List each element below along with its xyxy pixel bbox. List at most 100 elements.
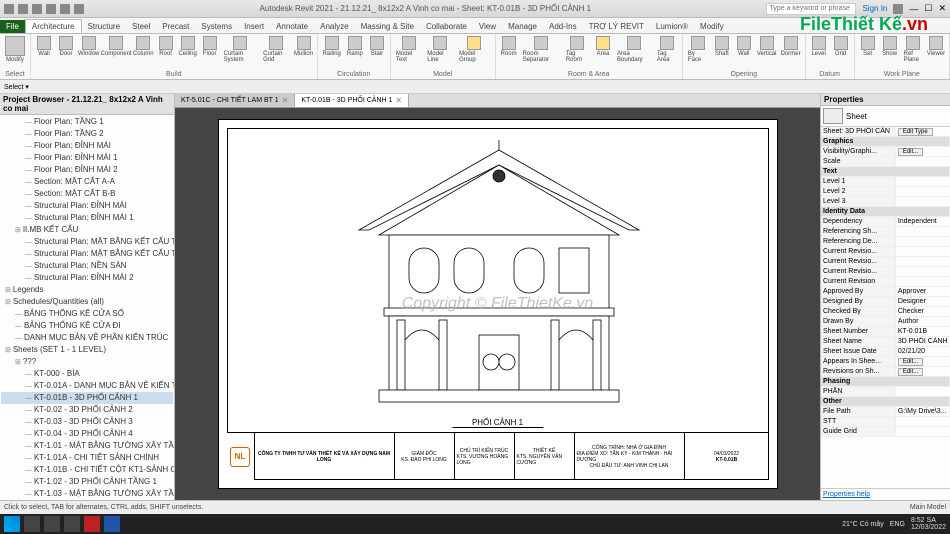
ribbon-btn-grid[interactable]: Grid	[831, 35, 851, 71]
save-icon[interactable]	[32, 4, 42, 14]
ribbon-btn-show[interactable]: Show	[880, 35, 900, 71]
task-search-icon[interactable]	[24, 516, 40, 532]
tree-item[interactable]: KT-0.01A - DANH MỤC BẢN VẼ KIẾN TRÚC	[1, 380, 173, 392]
tree-item[interactable]: Floor Plan: ĐỈNH MÁI	[1, 140, 173, 152]
ribbon-tab-tr-l-revit[interactable]: TRỢ LÝ REVIT	[583, 20, 650, 33]
ribbon-tab-manage[interactable]: Manage	[502, 20, 543, 33]
task-chrome-icon[interactable]	[64, 516, 80, 532]
browser-tree[interactable]: Floor Plan: TẦNG 1Floor Plan: TẦNG 2Floo…	[0, 115, 174, 500]
props-row[interactable]: Current Revision	[821, 277, 950, 287]
props-type-selector[interactable]: Sheet	[821, 106, 950, 127]
props-row[interactable]: Revisions on Sh...Edit...	[821, 367, 950, 377]
ribbon-tab-analyze[interactable]: Analyze	[314, 20, 354, 33]
select-dropdown[interactable]: Select ▾	[4, 83, 29, 91]
ribbon-btn-wall[interactable]: Wall	[34, 35, 54, 71]
ribbon-btn-ref-plane[interactable]: Ref Plane	[902, 35, 924, 71]
tree-item[interactable]: KT-1.01 - MẶT BẰNG TƯỜNG XÂY TẦNG 1	[1, 440, 173, 452]
help-icon[interactable]	[893, 4, 903, 14]
ribbon-btn-viewer[interactable]: Viewer	[926, 35, 946, 71]
ribbon-btn-dormer[interactable]: Dormer	[780, 35, 802, 71]
ribbon-btn-modify[interactable]: Modify	[3, 35, 27, 71]
ribbon-btn-column[interactable]: Column	[133, 35, 154, 71]
ribbon-tab-steel[interactable]: Steel	[126, 20, 156, 33]
tree-item[interactable]: Floor Plan: ĐỈNH MÁI 2	[1, 164, 173, 176]
ribbon-tab-massing-site[interactable]: Massing & Site	[355, 20, 420, 33]
start-button[interactable]	[4, 516, 20, 532]
ribbon-btn-model-line[interactable]: Model Line	[425, 35, 455, 71]
ribbon-btn-roof[interactable]: Roof	[156, 35, 176, 71]
ribbon-btn-shaft[interactable]: Shaft	[712, 35, 732, 71]
ribbon-btn-window[interactable]: Window	[78, 35, 99, 71]
ribbon-tab-insert[interactable]: Insert	[238, 20, 270, 33]
maximize-icon[interactable]: ☐	[924, 3, 932, 14]
tree-item[interactable]: Legends	[1, 284, 173, 296]
props-row[interactable]: Level 3	[821, 197, 950, 207]
props-row[interactable]: Scale	[821, 157, 950, 167]
tree-item[interactable]: Sheets (SET 1 - 1 LEVEL)	[1, 344, 173, 356]
tree-item[interactable]: KT-1.01A - CHI TIẾT SẢNH CHÍNH	[1, 452, 173, 464]
ribbon-btn-ramp[interactable]: Ramp	[345, 35, 365, 71]
tree-item[interactable]: Section: MẶT CẮT B-B	[1, 188, 173, 200]
open-icon[interactable]	[18, 4, 28, 14]
ribbon-tab-annotate[interactable]: Annotate	[270, 20, 314, 33]
tree-item[interactable]: Section: MẶT CẮT A-A	[1, 176, 173, 188]
close-icon[interactable]: ✕	[938, 3, 946, 14]
tree-item[interactable]: KT-0.01B - 3D PHỐI CẢNH 1	[1, 392, 173, 404]
props-row[interactable]: File PathG:\My Drive\3...	[821, 407, 950, 417]
tree-item[interactable]: KT-0.03 - 3D PHỐI CẢNH 3	[1, 416, 173, 428]
ribbon-btn-set[interactable]: Set	[858, 35, 878, 71]
undo-icon[interactable]	[46, 4, 56, 14]
tree-item[interactable]: Structural Plan: MẶT BẰNG KẾT CẤU TẦNG 2	[1, 248, 173, 260]
props-row[interactable]: Level 2	[821, 187, 950, 197]
clock[interactable]: 8:52 SA12/03/2022	[911, 517, 946, 531]
edit-button[interactable]: Edit...	[898, 358, 923, 366]
props-row[interactable]: STT	[821, 417, 950, 427]
doc-tab[interactable]: KT-0.01B - 3D PHỐI CẢNH 1✕	[295, 94, 409, 107]
close-tab-icon[interactable]: ✕	[395, 96, 402, 105]
props-row[interactable]: Drawn ByAuthor	[821, 317, 950, 327]
tree-item[interactable]: KT-000 - BÌA	[1, 368, 173, 380]
redo-icon[interactable]	[60, 4, 70, 14]
props-row[interactable]: Current Revisio...	[821, 257, 950, 267]
weather[interactable]: 21°C Có mây	[842, 521, 884, 528]
props-row[interactable]: Guide Grid	[821, 427, 950, 437]
task-explorer-icon[interactable]	[44, 516, 60, 532]
props-row[interactable]: Sheet NumberKT-0.01B	[821, 327, 950, 337]
ribbon-tab-view[interactable]: View	[473, 20, 502, 33]
ribbon-btn-curtain-system[interactable]: Curtain System	[222, 35, 259, 71]
props-row[interactable]: Level 1	[821, 177, 950, 187]
ribbon-btn-component[interactable]: Component	[101, 35, 130, 71]
minimize-icon[interactable]: —	[909, 4, 918, 14]
ribbon-tab-file[interactable]: File	[0, 20, 25, 33]
ribbon-tab-add-ins[interactable]: Add-Ins	[543, 20, 583, 33]
tree-item[interactable]: Schedules/Quantities (all)	[1, 296, 173, 308]
tree-item[interactable]: Structural Plan: ĐỈNH MÁI 1	[1, 212, 173, 224]
tree-item[interactable]: Structural Plan: MẶT BẰNG KẾT CẤU TẦNG 1	[1, 236, 173, 248]
ribbon-btn-room-separator[interactable]: Room Separator	[521, 35, 562, 71]
edit-button[interactable]: Edit...	[898, 368, 923, 376]
ribbon-tab-lumion-[interactable]: Lumion®	[650, 20, 694, 33]
props-row[interactable]: Referencing Sh...	[821, 227, 950, 237]
ribbon-btn-level[interactable]: Level	[809, 35, 829, 71]
ribbon-tab-precast[interactable]: Precast	[156, 20, 195, 33]
ribbon-btn-area-boundary[interactable]: Area Boundary	[615, 35, 653, 71]
tree-item[interactable]: BẢNG THỐNG KÊ CỬA SỔ	[1, 308, 173, 320]
ribbon-tab-structure[interactable]: Structure	[82, 20, 126, 33]
tree-item[interactable]: Structural Plan: ĐỈNH MÁI	[1, 200, 173, 212]
ribbon-btn-wall[interactable]: Wall	[734, 35, 754, 71]
props-row[interactable]: Designed ByDesigner	[821, 297, 950, 307]
props-row[interactable]: Sheet Issue Date02/21/20	[821, 347, 950, 357]
task-autocad-icon[interactable]	[84, 516, 100, 532]
ribbon-btn-floor[interactable]: Floor	[200, 35, 220, 71]
ribbon-btn-area[interactable]: Area	[593, 35, 613, 71]
ribbon-btn-room[interactable]: Room	[499, 35, 519, 71]
tree-item[interactable]: Structural Plan: ĐỈNH MÁI 2	[1, 272, 173, 284]
lang-indicator[interactable]: ENG	[890, 521, 905, 528]
props-row[interactable]: Approved ByApprover	[821, 287, 950, 297]
revit-icon[interactable]	[4, 4, 14, 14]
tree-item[interactable]: DANH MỤC BẢN VẼ PHẦN KIẾN TRÚC	[1, 332, 173, 344]
tree-item[interactable]: ???	[1, 356, 173, 368]
ribbon-btn-vertical[interactable]: Vertical	[756, 35, 778, 71]
ribbon-btn-door[interactable]: Door	[56, 35, 76, 71]
drawing-viewport[interactable]: PHỐI CẢNH 1 NL CÔNG TY TNHH TƯ VẤN THIẾT…	[175, 108, 820, 500]
